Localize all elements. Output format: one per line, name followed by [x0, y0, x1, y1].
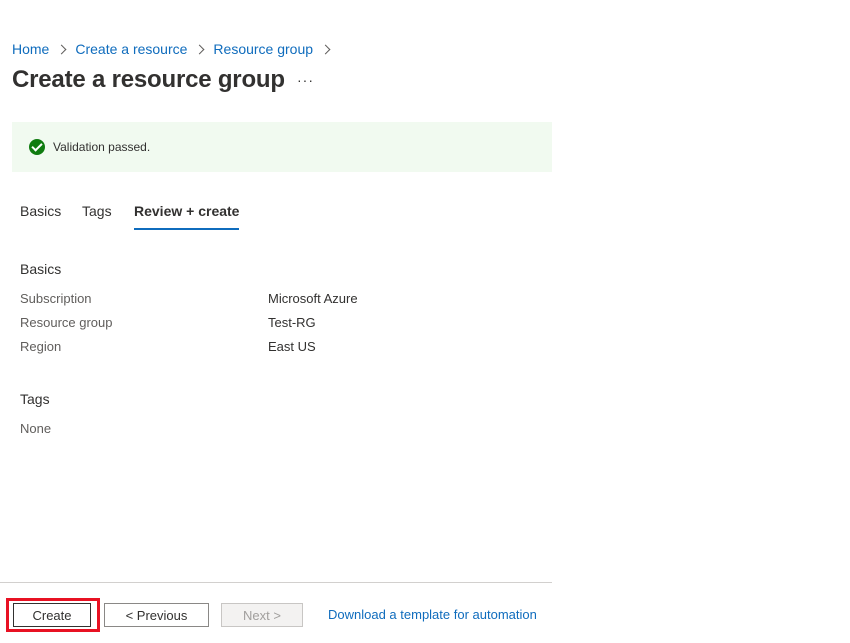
subscription-value: Microsoft Azure: [268, 291, 358, 306]
region-label: Region: [20, 339, 62, 354]
chevron-right-icon: [195, 42, 205, 56]
tab-basics[interactable]: Basics: [20, 203, 61, 228]
more-options-button[interactable]: ···: [297, 72, 314, 88]
tags-value: None: [20, 421, 52, 436]
breadcrumb-home-link[interactable]: Home: [12, 41, 49, 57]
resource-group-label: Resource group: [20, 315, 113, 330]
previous-button[interactable]: < Previous: [104, 603, 209, 627]
create-button[interactable]: Create: [13, 603, 91, 627]
breadcrumb: Home Create a resource Resource group: [12, 40, 339, 58]
breadcrumb-resource-group-link[interactable]: Resource group: [213, 41, 313, 57]
basics-section-title: Basics: [20, 261, 62, 277]
subscription-label: Subscription: [20, 291, 92, 306]
breadcrumb-create-resource-link[interactable]: Create a resource: [75, 41, 187, 57]
next-button[interactable]: Next >: [221, 603, 303, 627]
validation-banner: Validation passed.: [12, 122, 552, 172]
page-title: Create a resource group: [12, 66, 285, 93]
tab-review-create[interactable]: Review + create: [134, 203, 240, 230]
check-circle-icon: [29, 139, 45, 155]
download-template-link[interactable]: Download a template for automation: [328, 607, 537, 622]
footer-divider: [0, 582, 552, 583]
resource-group-value: Test-RG: [268, 315, 316, 330]
chevron-right-icon: [321, 42, 331, 56]
chevron-right-icon: [57, 42, 67, 56]
validation-message: Validation passed.: [53, 140, 151, 154]
tab-tags[interactable]: Tags: [82, 203, 112, 228]
region-value: East US: [268, 339, 316, 354]
tags-section-title: Tags: [20, 391, 50, 407]
